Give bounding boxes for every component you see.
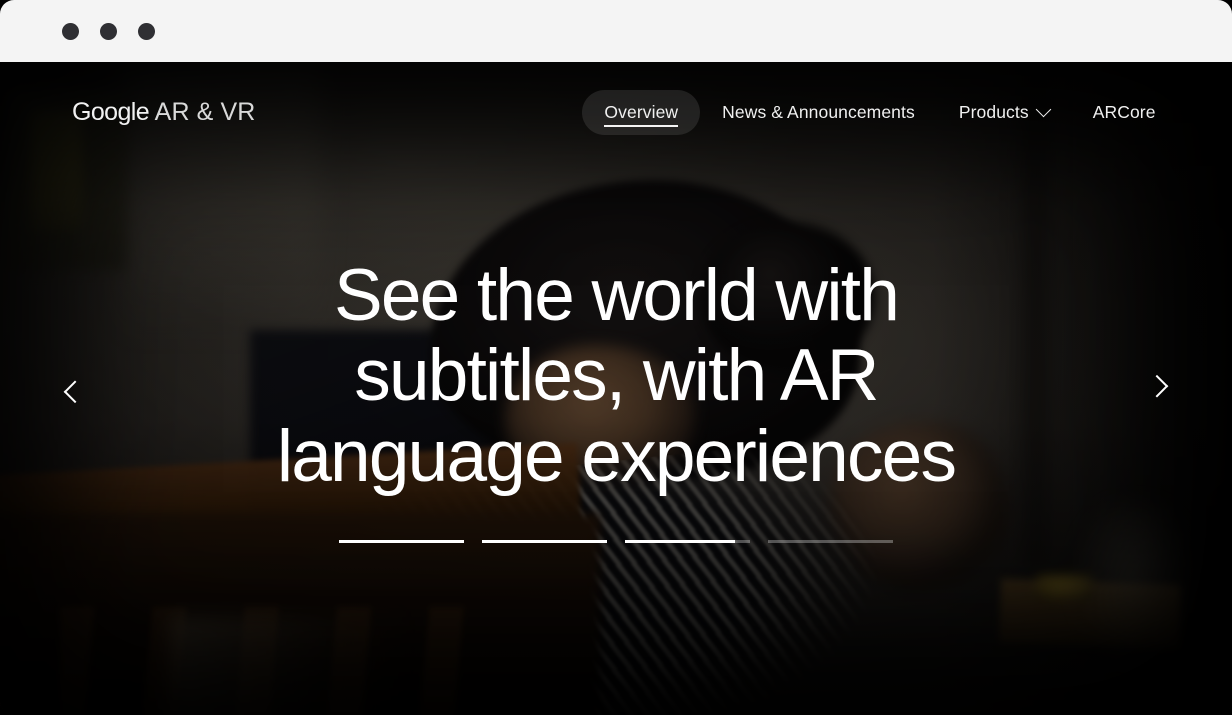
nav-active-underline xyxy=(604,125,679,127)
site-header: Google AR & VR Overview News & Announcem… xyxy=(0,62,1232,162)
nav-label-overview: Overview xyxy=(604,101,679,122)
primary-navigation: Overview News & Announcements Products A… xyxy=(582,89,1178,135)
carousel-indicator-2[interactable] xyxy=(482,540,607,543)
nav-label-products: Products xyxy=(958,101,1029,122)
chevron-left-icon xyxy=(63,380,87,403)
site-logo[interactable]: Google AR & VR xyxy=(72,97,256,126)
carousel-prev-button[interactable] xyxy=(48,362,102,416)
browser-window: Google AR & VR Overview News & Announcem… xyxy=(0,0,1232,715)
nav-item-news-announcements[interactable]: News & Announcements xyxy=(700,90,937,135)
chevron-right-icon xyxy=(1145,374,1169,397)
carousel-indicator-3[interactable] xyxy=(625,540,750,543)
nav-item-products[interactable]: Products xyxy=(937,90,1071,135)
carousel-indicator-4[interactable] xyxy=(768,540,893,543)
window-dot-maximize[interactable] xyxy=(138,22,155,40)
carousel-next-button[interactable] xyxy=(1130,362,1184,416)
nav-item-arcore[interactable]: ARCore xyxy=(1071,90,1178,135)
carousel-indicator-2-fill xyxy=(482,540,607,543)
nav-item-overview[interactable]: Overview xyxy=(582,89,701,135)
carousel-indicator-1-fill xyxy=(339,540,464,543)
carousel-indicator-1[interactable] xyxy=(339,540,464,543)
page-viewport: Google AR & VR Overview News & Announcem… xyxy=(0,62,1232,715)
nav-label-arcore: ARCore xyxy=(1092,101,1156,122)
window-dot-close[interactable] xyxy=(62,22,79,40)
browser-titlebar xyxy=(0,0,1232,62)
window-controls xyxy=(62,22,155,40)
logo-google-text: Google xyxy=(72,97,150,126)
carousel-indicator-3-fill xyxy=(625,540,735,543)
chevron-down-icon xyxy=(1035,101,1051,117)
logo-suffix-text: AR & VR xyxy=(149,97,256,126)
window-dot-minimize[interactable] xyxy=(100,22,117,40)
nav-label-news-announcements: News & Announcements xyxy=(722,101,915,122)
carousel-progress-indicators xyxy=(0,540,1232,543)
